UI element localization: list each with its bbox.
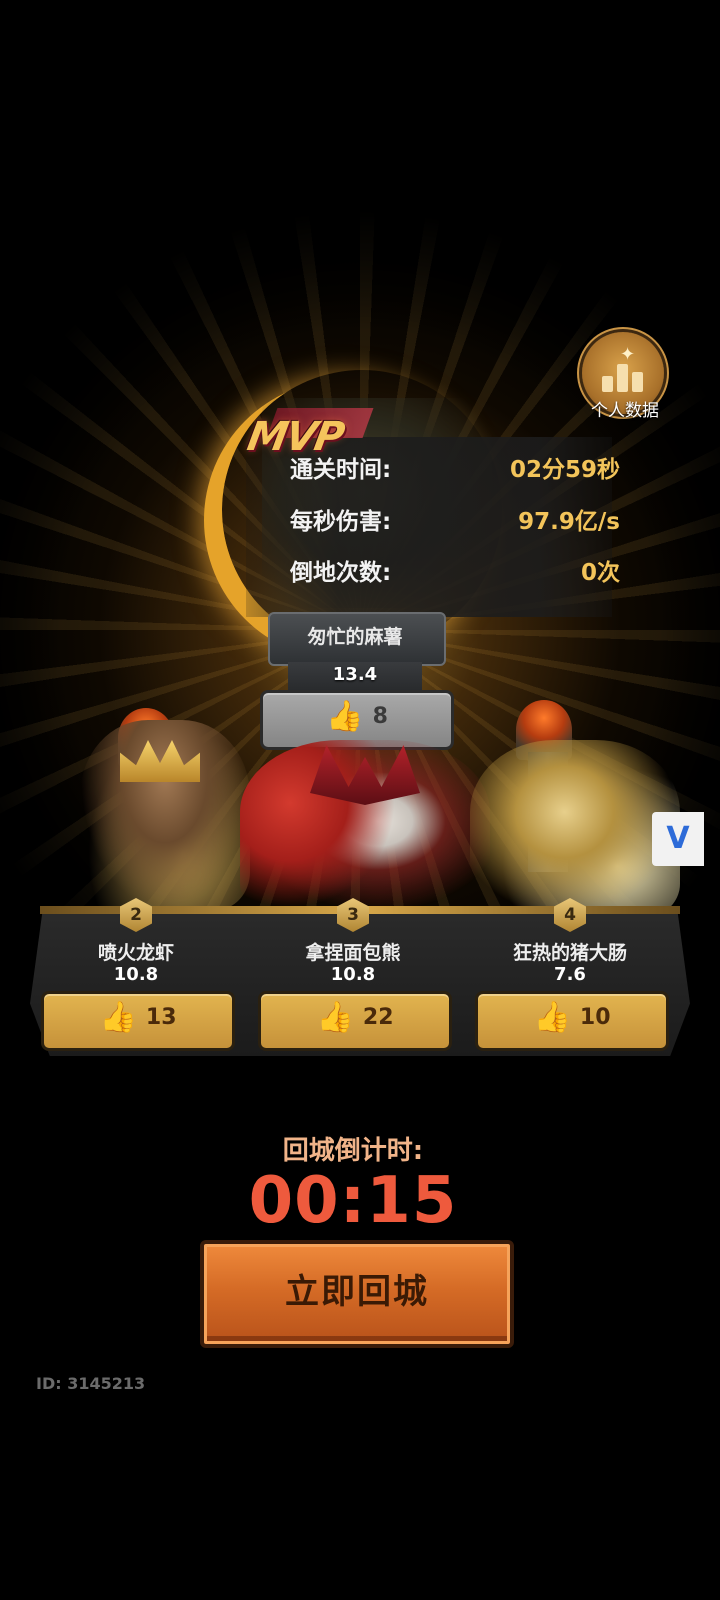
player-name: 狂热的猪大肠 <box>512 942 627 964</box>
player-id: ID: 3145213 <box>36 1374 146 1393</box>
stat-row-dps: 每秒伤害: 97.9亿/s <box>290 502 620 542</box>
like-count: 8 <box>372 704 388 729</box>
player-score: 10.8 <box>113 964 159 985</box>
stat-value: 97.9亿/s <box>518 509 620 535</box>
stat-row-clear-time: 通关时间: 02分59秒 <box>290 450 620 490</box>
player-name: 喷火龙虾 <box>97 942 174 964</box>
like-count: 10 <box>579 1005 611 1030</box>
bar-chart-icon <box>602 376 613 392</box>
character-rank-4 <box>470 740 680 920</box>
player-name: 拿捏面包熊 <box>305 942 401 964</box>
personal-data-label[interactable]: 个人数据 <box>580 396 670 421</box>
countdown-label: 回城倒计时: <box>282 1136 424 1166</box>
bar-chart-icon <box>617 364 628 392</box>
like-button-rank-4[interactable]: 👍 10 <box>475 991 669 1051</box>
stat-label: 每秒伤害: <box>290 509 392 535</box>
stat-label: 倒地次数: <box>290 560 392 586</box>
floating-assistant-button[interactable]: V <box>652 812 704 866</box>
bar-chart-icon <box>632 372 643 392</box>
v-logo-icon: V <box>666 821 690 856</box>
like-button-rank-3[interactable]: 👍 22 <box>258 991 452 1051</box>
stat-value: 02分59秒 <box>509 457 620 483</box>
stat-row-downs: 倒地次数: 0次 <box>290 553 620 593</box>
character-rank-2 <box>80 720 250 910</box>
thumbs-up-icon: 👍 <box>326 699 364 734</box>
player-score: 7.6 <box>554 964 586 985</box>
stat-label: 通关时间: <box>290 457 392 483</box>
like-button-rank-2[interactable]: 👍 13 <box>41 991 235 1051</box>
mvp-player-name: 匆忙的麻薯 <box>307 626 403 648</box>
thumbs-up-icon: 👍 <box>316 1000 354 1035</box>
mvp-player-score: 13.4 <box>332 664 378 685</box>
countdown-timer: 00:15 <box>248 1164 458 1238</box>
thumbs-up-icon: 👍 <box>533 1000 571 1035</box>
like-count: 22 <box>362 1005 394 1030</box>
sparkle-icon: ✦ <box>620 344 636 365</box>
thumbs-up-icon: 👍 <box>99 1000 137 1035</box>
player-score: 10.8 <box>330 964 376 985</box>
like-count: 13 <box>145 1005 177 1030</box>
return-to-city-button[interactable]: 立即回城 <box>200 1240 514 1348</box>
stat-value: 0次 <box>580 560 620 586</box>
